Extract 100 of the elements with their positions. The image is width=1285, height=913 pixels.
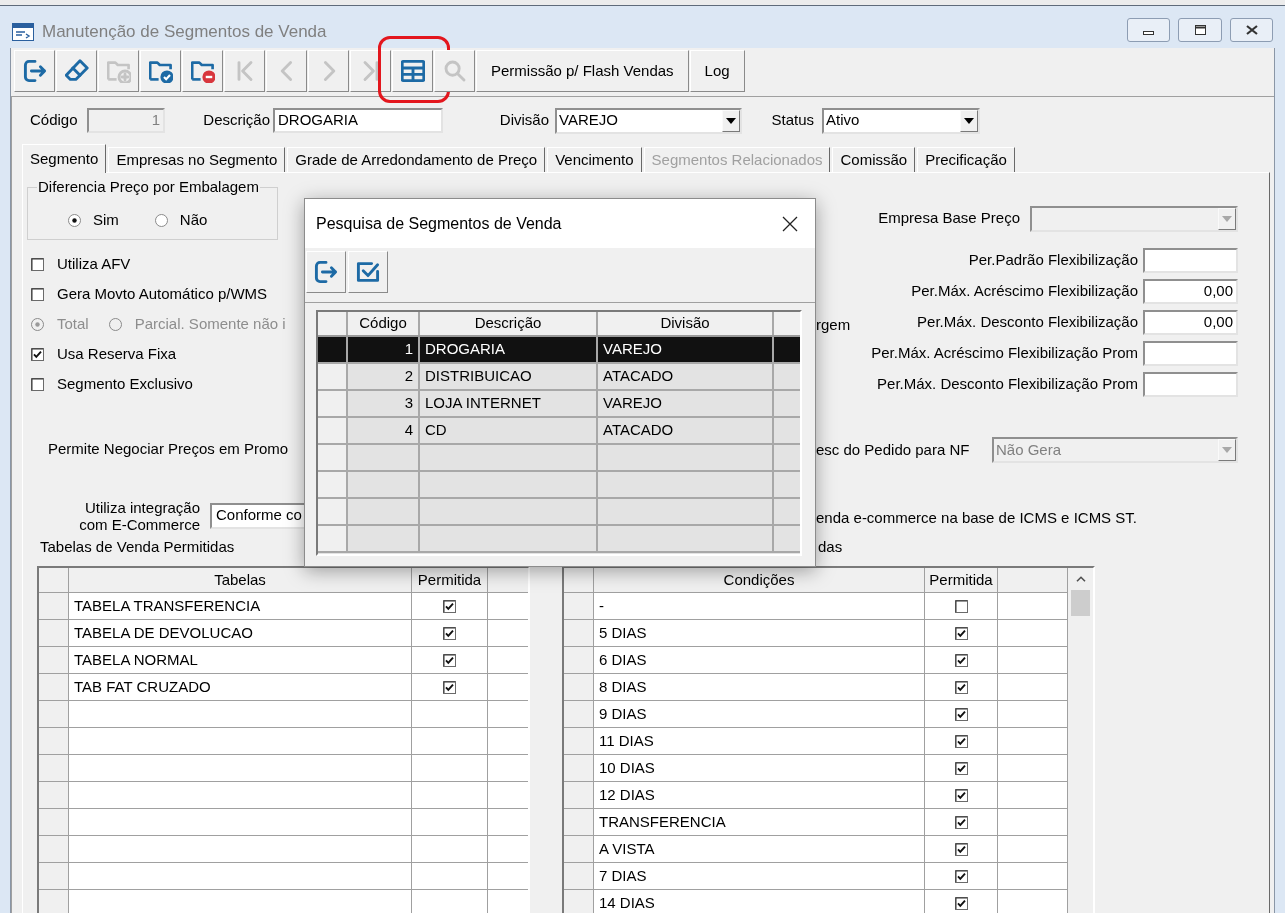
checkbox-icon[interactable] xyxy=(443,653,456,667)
row-header[interactable] xyxy=(564,674,594,700)
checkbox-icon[interactable] xyxy=(954,842,968,856)
radio-icon[interactable] xyxy=(154,214,168,227)
dialog-title: Pesquisa de Segmentos de Venda xyxy=(316,213,562,234)
row-header[interactable] xyxy=(564,863,594,889)
checkbox-icon[interactable] xyxy=(954,788,968,802)
radio-icon[interactable] xyxy=(68,214,81,227)
maximize-button[interactable] xyxy=(1178,18,1222,42)
dropdown-field[interactable]: Ativo xyxy=(822,107,980,134)
table-row[interactable]: 4 CD ATACADO xyxy=(318,418,800,445)
row-header[interactable] xyxy=(564,620,594,646)
row-header[interactable] xyxy=(39,728,69,754)
row-header[interactable] xyxy=(564,728,594,754)
row-header[interactable] xyxy=(318,526,348,551)
row-header[interactable] xyxy=(564,593,594,619)
row-header[interactable] xyxy=(39,890,69,913)
row-header[interactable] xyxy=(564,809,594,835)
table-row[interactable]: 3 LOJA INTERNET VAREJO xyxy=(318,391,800,418)
checkbox-icon[interactable] xyxy=(954,599,968,613)
row-header[interactable] xyxy=(318,391,348,416)
close-button[interactable] xyxy=(781,214,799,233)
text-field[interactable] xyxy=(1143,248,1238,273)
row-header[interactable] xyxy=(39,863,69,889)
row-header[interactable] xyxy=(564,890,594,913)
dropdown-field[interactable]: Conforme co xyxy=(210,502,305,529)
search-icon xyxy=(442,59,467,83)
dropdown-button[interactable] xyxy=(722,109,740,132)
field-label: Descrição xyxy=(203,110,270,131)
row-header[interactable] xyxy=(564,782,594,808)
scrollbar-thumb[interactable] xyxy=(1071,590,1090,616)
table-cell: VAREJO xyxy=(598,391,774,416)
toolbar-button[interactable] xyxy=(140,50,181,92)
text-field[interactable]: 0,00 xyxy=(1143,279,1238,304)
row-header[interactable] xyxy=(39,809,69,835)
toolbar-button[interactable] xyxy=(14,50,55,92)
checkbox-icon[interactable] xyxy=(954,869,968,883)
checkbox-icon[interactable] xyxy=(954,653,968,667)
minimize-button[interactable] xyxy=(1127,18,1170,42)
checkbox-icon[interactable] xyxy=(31,288,44,301)
dropdown-field[interactable]: VAREJO xyxy=(555,107,742,134)
table-row[interactable]: 2 DISTRIBUICAO ATACADO xyxy=(318,364,800,391)
text-field[interactable]: 0,00 xyxy=(1143,310,1238,335)
checkbox-option[interactable]: Usa Reserva Fixa xyxy=(31,343,177,366)
tab[interactable]: Segmento xyxy=(22,144,107,173)
close-button[interactable] xyxy=(1230,18,1273,42)
checkbox-icon[interactable] xyxy=(31,348,44,361)
table-cell: 2 xyxy=(348,364,420,389)
checkbox-icon[interactable] xyxy=(954,734,968,748)
dropdown-button[interactable] xyxy=(960,109,978,132)
toolbar-button[interactable]: Log xyxy=(689,50,745,92)
row-header[interactable] xyxy=(39,593,69,619)
column-header: Permitida xyxy=(412,568,488,592)
text-field[interactable]: DROGARIA xyxy=(273,108,443,133)
toolbar-button[interactable] xyxy=(348,251,388,293)
row-header[interactable] xyxy=(564,701,594,727)
table-cell: 3 xyxy=(348,391,420,416)
table-cell: TABELA NORMAL xyxy=(69,647,412,673)
checkbox-icon[interactable] xyxy=(443,680,456,694)
row-header[interactable] xyxy=(39,620,69,646)
checkbox-icon[interactable] xyxy=(954,707,968,721)
row-header[interactable] xyxy=(318,418,348,443)
row-header[interactable] xyxy=(564,755,594,781)
toolbar-button[interactable] xyxy=(392,50,433,92)
row-header[interactable] xyxy=(564,647,594,673)
checkbox-icon[interactable] xyxy=(954,680,968,694)
checkbox-icon[interactable] xyxy=(443,599,456,613)
checkbox-option[interactable]: Utiliza AFV xyxy=(31,253,131,276)
table-row[interactable]: 1 DROGARIA VAREJO xyxy=(318,337,800,364)
toolbar-button[interactable] xyxy=(306,251,346,293)
checkbox-icon[interactable] xyxy=(31,378,44,391)
row-header[interactable] xyxy=(318,472,348,497)
text-field[interactable] xyxy=(1143,372,1238,397)
toolbar-button[interactable] xyxy=(182,50,223,92)
checkbox-option[interactable]: Segmento Exclusivo xyxy=(31,373,193,396)
row-header[interactable] xyxy=(39,647,69,673)
checkbox-icon[interactable] xyxy=(954,896,968,910)
row-header[interactable] xyxy=(39,836,69,862)
checkbox-icon[interactable] xyxy=(954,815,968,829)
column-header: Tabelas xyxy=(69,568,412,592)
toolbar-button[interactable] xyxy=(56,50,97,92)
row-header[interactable] xyxy=(318,499,348,524)
caret-up-icon xyxy=(1075,576,1086,582)
toolbar-button[interactable]: Permissão p/ Flash Vendas xyxy=(476,50,689,92)
checkbox-icon[interactable] xyxy=(443,626,456,640)
checkbox-icon[interactable] xyxy=(31,258,44,271)
radio-option[interactable]: Não xyxy=(154,209,208,232)
row-header[interactable] xyxy=(39,674,69,700)
row-header[interactable] xyxy=(39,755,69,781)
row-header[interactable] xyxy=(318,364,348,389)
checkbox-icon[interactable] xyxy=(954,761,968,775)
row-header[interactable] xyxy=(318,445,348,470)
radio-option[interactable]: Sim xyxy=(68,209,119,232)
row-header[interactable] xyxy=(564,836,594,862)
text-field[interactable] xyxy=(1143,341,1238,366)
row-header[interactable] xyxy=(39,701,69,727)
checkbox-icon[interactable] xyxy=(954,626,968,640)
checkbox-option[interactable]: Gera Movto Automático p/WMS xyxy=(31,283,268,306)
row-header[interactable] xyxy=(39,782,69,808)
scrollbar[interactable] xyxy=(1068,568,1093,913)
